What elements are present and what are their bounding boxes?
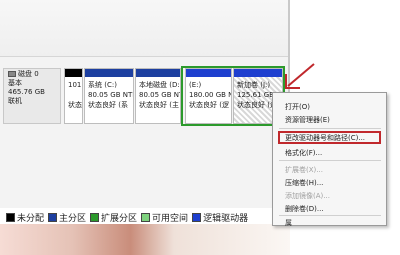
disk-size: 465.76 GB	[8, 88, 45, 96]
legend-primary: 主分区	[48, 211, 86, 224]
partition-d[interactable]: 本地磁盘 (D:) 80.05 GB NTI 状态良好 (主	[135, 68, 181, 124]
partition-status: 状态良好 (主	[139, 101, 179, 109]
legend-label: 未分配	[17, 213, 45, 224]
menu-separator	[279, 128, 381, 129]
partition-status: 状态良好 (逻	[237, 101, 277, 109]
menu-item-open[interactable]: 打开(O)	[285, 102, 310, 112]
legend-unallocated: 未分配	[6, 211, 44, 224]
legend-swatch	[90, 212, 100, 222]
background-photo	[0, 224, 290, 255]
partition-c[interactable]: 系统 (C:) 80.05 GB NTI 状态良好 (系	[84, 68, 134, 124]
disk-icon	[8, 71, 16, 77]
partition-e[interactable]: (E:) 180.00 GB NT 状态良好 (逻	[185, 68, 232, 124]
menu-item-change-drive-letter[interactable]: 更改驱动器号和路径(C)...	[285, 133, 365, 143]
menu-item-explore[interactable]: 资源管理器(E)	[285, 115, 330, 125]
partition-status: 状态	[68, 101, 82, 109]
disk-status: 联机	[8, 97, 22, 105]
menu-item-properties[interactable]: 属	[285, 218, 292, 228]
disk-label[interactable]: 磁盘 0 基本 465.76 GB 联机	[3, 68, 61, 124]
partition-status: 状态良好 (逻	[189, 101, 229, 109]
legend-free: 可用空间	[141, 211, 188, 224]
volume-list-area	[0, 0, 290, 57]
partition-status: 状态良好 (系	[88, 101, 128, 109]
menu-item-format[interactable]: 格式化(F)...	[285, 148, 322, 158]
legend-logical: 逻辑驱动器	[192, 211, 248, 224]
legend: 未分配 主分区 扩展分区 可用空间 逻辑驱动器	[6, 211, 248, 224]
disk-name: 磁盘 0	[18, 70, 39, 78]
legend-label: 主分区	[59, 213, 87, 224]
partition-reserved[interactable]: 101 状态	[64, 68, 83, 124]
disk-management-panel: 磁盘 0 基本 465.76 GB 联机 101 状态 系统 (C:) 80.0…	[0, 0, 290, 224]
partition-size: 101	[68, 81, 82, 89]
legend-label: 扩展分区	[101, 213, 138, 224]
menu-item-extend-volume[interactable]: 扩展卷(X)...	[285, 165, 323, 175]
menu-item-add-mirror[interactable]: 添加镜像(A)...	[285, 191, 330, 201]
partition-bar	[65, 69, 82, 77]
context-menu: 打开(O) 资源管理器(E) 更改驱动器号和路径(C)... 格式化(F)...…	[272, 92, 387, 228]
disk-type: 基本	[8, 79, 22, 87]
menu-item-shrink-volume[interactable]: 压缩卷(H)...	[285, 178, 323, 188]
partition-bar	[136, 69, 180, 77]
menu-separator	[279, 215, 381, 216]
legend-swatch	[192, 212, 202, 222]
legend-label: 逻辑驱动器	[203, 213, 249, 224]
legend-swatch	[6, 212, 15, 222]
menu-separator	[279, 160, 381, 161]
legend-label: 可用空间	[152, 213, 189, 224]
legend-extended: 扩展分区	[90, 211, 137, 224]
disk-row[interactable]: 磁盘 0 基本 465.76 GB 联机 101 状态 系统 (C:) 80.0…	[3, 66, 285, 126]
partition-bar	[186, 69, 231, 77]
legend-swatch	[48, 212, 58, 222]
legend-swatch	[141, 212, 151, 222]
partition-bar	[85, 69, 133, 77]
menu-item-delete-volume[interactable]: 删除卷(D)...	[285, 204, 324, 214]
